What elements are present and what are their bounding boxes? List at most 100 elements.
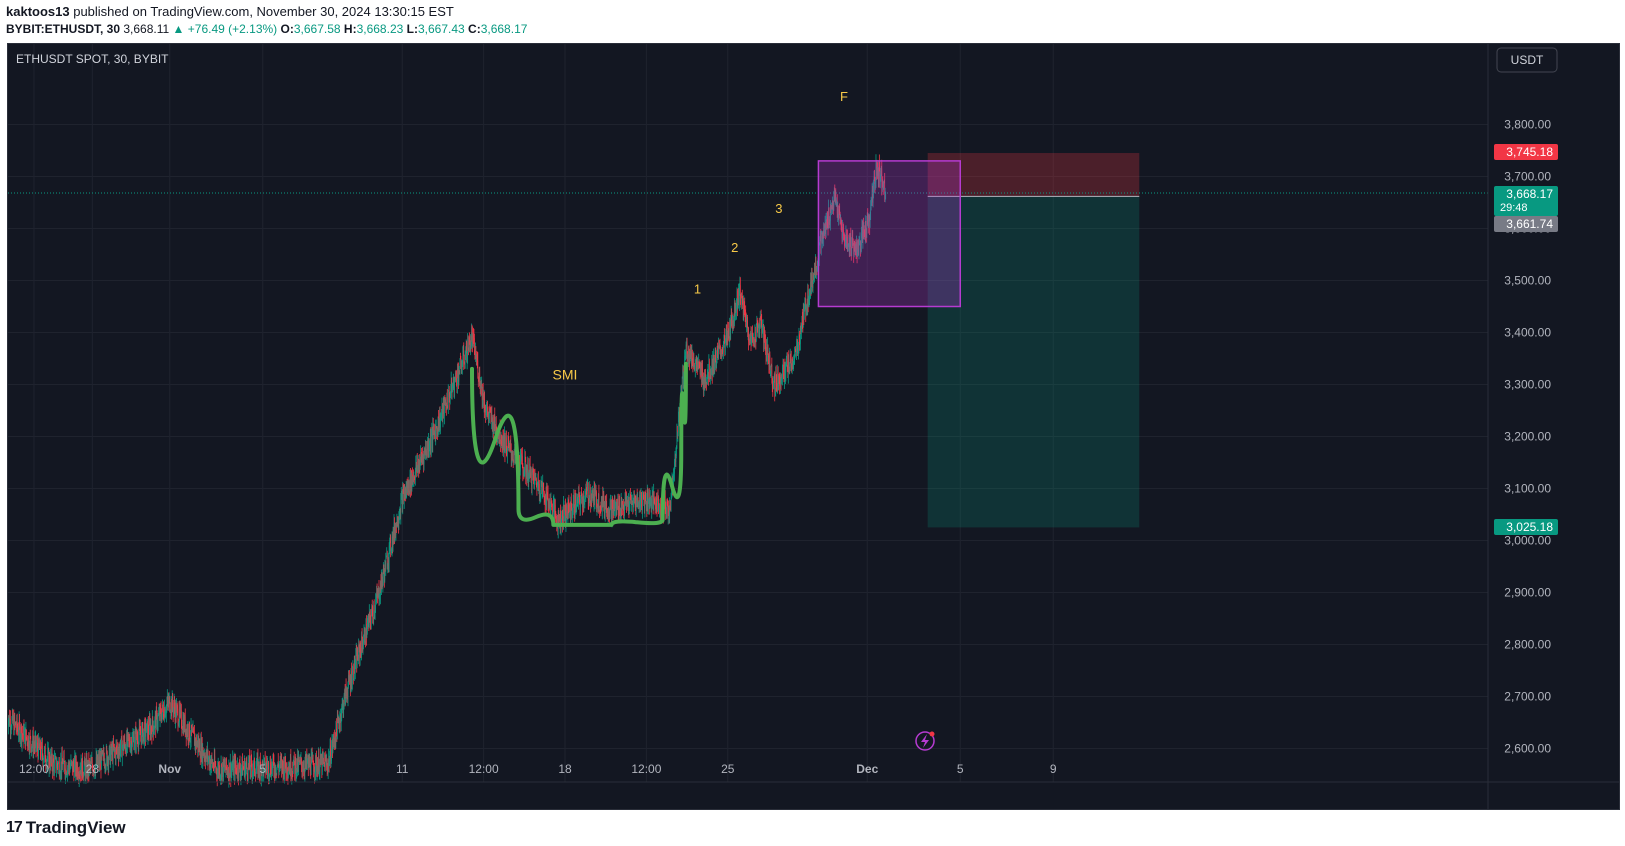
currency-label: USDT [1511, 53, 1544, 67]
grid-lines [8, 44, 1488, 782]
x-tick-label: 12:00 [19, 762, 49, 776]
close-label: C: [468, 22, 481, 36]
price-change: ▲ +76.49 (+2.13%) [172, 22, 278, 36]
candle-body [134, 733, 136, 744]
candle-body [152, 717, 154, 727]
x-tick-label: 12:00 [631, 762, 661, 776]
y-tick-label: 2,700.00 [1504, 690, 1551, 704]
y-tick-label: 3,800.00 [1504, 118, 1551, 132]
candle-body [676, 448, 677, 457]
candle-body [512, 455, 514, 460]
candle-body [447, 391, 449, 408]
high-label: H: [343, 22, 357, 36]
symbol-name: BYBIT:ETHUSDT, 30 [6, 22, 121, 36]
x-tick-label: 25 [721, 762, 735, 776]
chart-pane[interactable]: SMI 1 2 3 F 2,600.00 2,700.00 2,800.00 2,900.00… [6, 43, 1620, 810]
candle-body [435, 427, 436, 440]
x-tick-label: 18 [558, 762, 572, 776]
candle-body [462, 354, 464, 365]
author-name[interactable]: kaktoos13 [6, 4, 70, 19]
candle-body [507, 449, 508, 457]
candle-body [408, 480, 410, 492]
x-tick-label: 28 [86, 762, 100, 776]
x-tick-label: Nov [158, 762, 181, 776]
candle-body [26, 729, 27, 738]
candle-body [624, 503, 625, 512]
candle-body [487, 407, 488, 413]
candle-body [355, 654, 357, 666]
pane-legend: ETHUSDT SPOT, 30, BYBIT [16, 52, 169, 66]
close-value: 3,668.17 [480, 22, 528, 36]
candle-body [298, 759, 300, 761]
candle-body [757, 327, 759, 334]
drawing-overlays: SMI 1 2 3 F [8, 89, 1488, 527]
price-label-stop: 3,745.18 [1494, 144, 1558, 160]
candle-body [459, 358, 461, 374]
candle-body [598, 493, 600, 512]
price-label-target: 3,025.18 [1494, 519, 1558, 535]
symbol-info-line: BYBIT:ETHUSDT, 30 3,668.11 ▲ +76.49 (+2.… [6, 22, 527, 36]
price-label-stop-text: 3,745.18 [1506, 145, 1553, 159]
y-tick-label: 3,500.00 [1504, 274, 1551, 288]
candle-body [255, 769, 257, 777]
candle-body [540, 486, 542, 496]
price-label-target-text: 3,025.18 [1506, 520, 1553, 534]
candle-body [372, 610, 374, 618]
candle-body [469, 337, 470, 341]
y-tick-label: 3,200.00 [1504, 430, 1551, 444]
candle-body [531, 471, 533, 487]
candle-body [82, 757, 83, 775]
candle-body [120, 738, 122, 749]
low-label: L: [406, 22, 418, 36]
candle-body [226, 758, 227, 769]
highlight-rectangle [817, 160, 961, 308]
candle-body [596, 492, 597, 508]
tradingview-footer[interactable]: 17 TradingView [6, 818, 126, 838]
candle-body [431, 435, 432, 449]
annotation-w3: 3 [775, 201, 782, 216]
candle-body [788, 359, 790, 367]
price-label-entry: 3,661.74 [1494, 216, 1558, 232]
x-tick-label: 12:00 [469, 762, 499, 776]
low-value: 3,667.43 [417, 22, 465, 36]
candle-body [370, 615, 372, 625]
candle-body [767, 345, 769, 354]
candle-body [543, 488, 544, 497]
candle-body [301, 758, 302, 766]
candle-body [385, 558, 387, 572]
candle-body [651, 495, 653, 507]
y-tick-label: 2,600.00 [1504, 742, 1551, 756]
tradingview-logo-icon: 17 [6, 819, 23, 836]
candle-body [770, 366, 772, 374]
candle-body [246, 761, 248, 769]
y-tick-label: 3,300.00 [1504, 378, 1551, 392]
publish-info: kaktoos13 published on TradingView.com, … [6, 4, 454, 19]
annotation-w1: 1 [694, 282, 701, 297]
candle-body [782, 368, 783, 377]
candle-body [293, 755, 295, 762]
axes-layer: 2,600.00 2,700.00 2,800.00 2,900.00 3,000.00… [8, 44, 1619, 809]
last-price: 3,668.11 [123, 22, 170, 36]
price-label-entry-text: 3,661.74 [1506, 217, 1553, 231]
candle-body [589, 489, 591, 502]
candle-body [189, 722, 190, 740]
x-tick-label: Dec [856, 762, 878, 776]
currency-button[interactable]: USDT [1496, 47, 1558, 73]
candles-layer [6, 154, 887, 788]
candle-body [477, 360, 479, 377]
chart-canvas[interactable]: SMI 1 2 3 F 2,600.00 2,700.00 2,800.00 2,900.00… [6, 44, 1619, 809]
publish-text: published on TradingView.com, November 3… [73, 4, 454, 19]
y-tick-label: 2,900.00 [1504, 586, 1551, 600]
replay-lightning-icon[interactable] [915, 731, 935, 751]
y-tick-label: 3,700.00 [1504, 170, 1551, 184]
candle-body [187, 726, 189, 739]
open-value: 3,667.58 [293, 22, 341, 36]
x-tick-label: 5 [957, 762, 964, 776]
open-label: O: [280, 22, 294, 36]
candle-body [530, 468, 532, 483]
candle-body [30, 736, 32, 745]
candle-body [756, 324, 757, 342]
candle-body [456, 377, 457, 385]
candle-body [353, 666, 354, 680]
candle-body [364, 629, 366, 643]
